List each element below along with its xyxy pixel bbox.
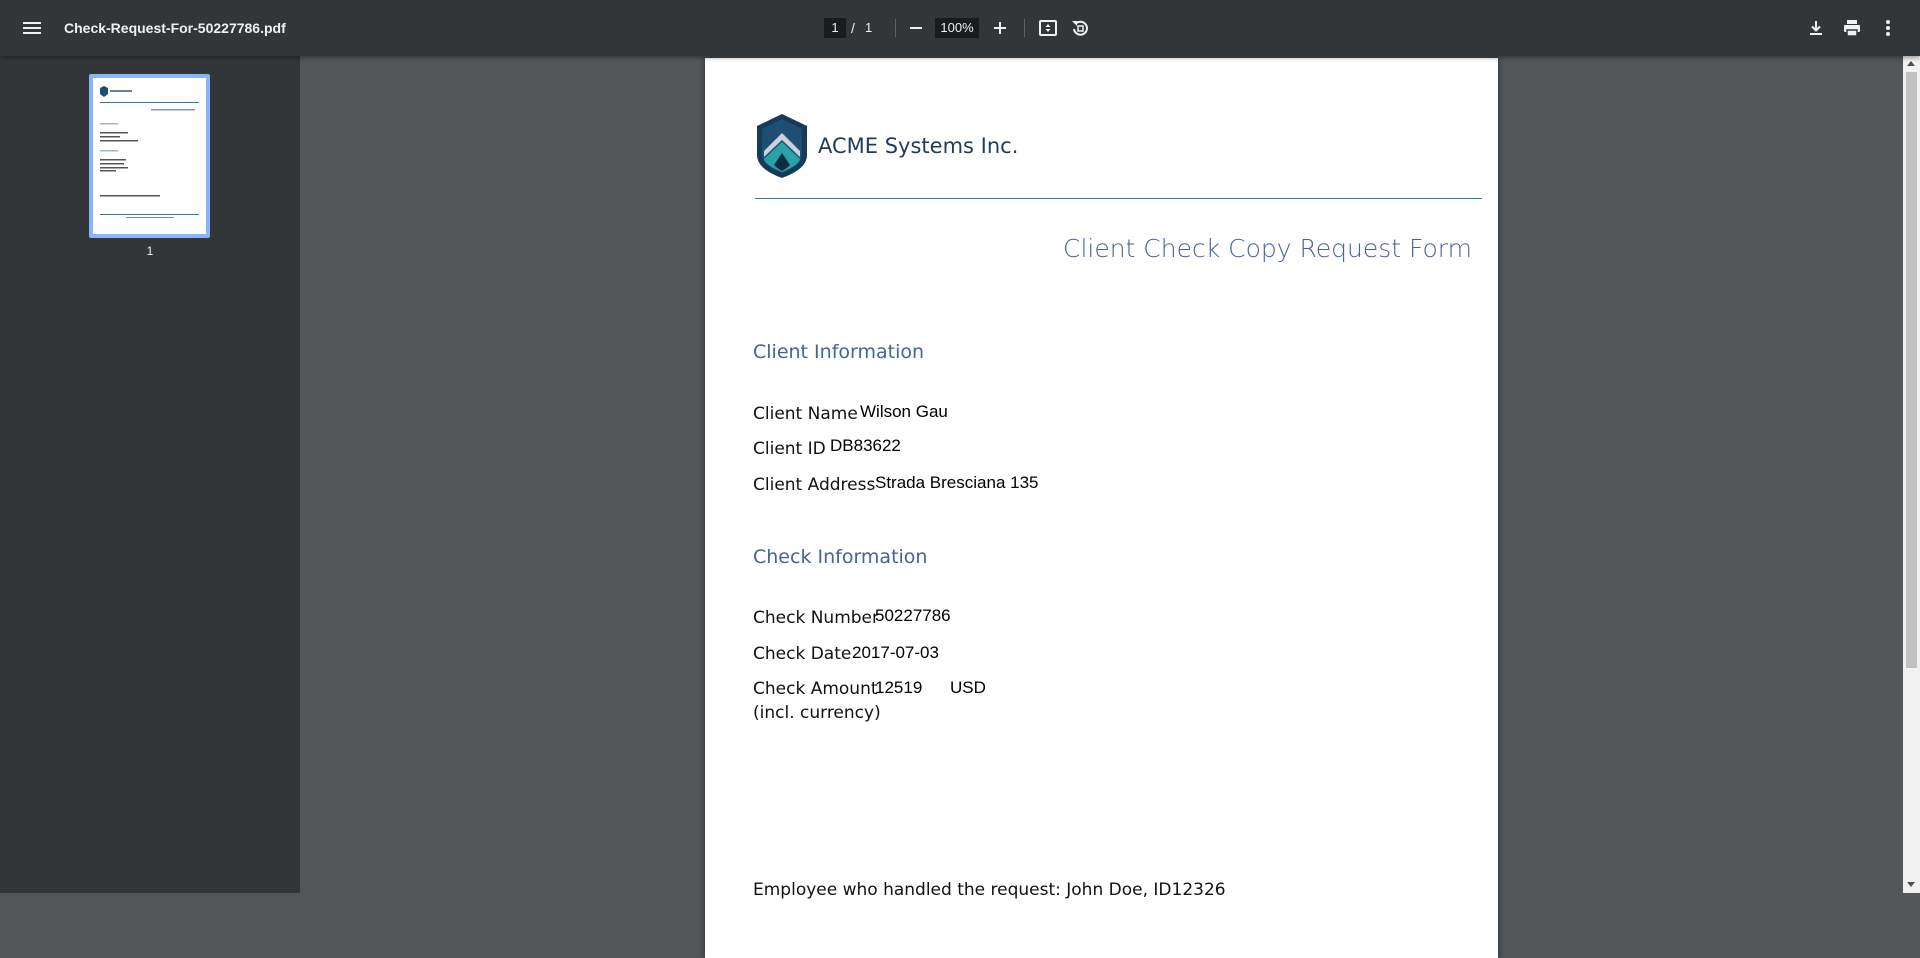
more-vert-icon[interactable] (1876, 16, 1900, 40)
check-number-value: 50227786 (875, 606, 951, 625)
client-id-label: Client ID (753, 439, 826, 459)
page-number-input[interactable]: 1 (824, 18, 846, 38)
client-id-value: DB83622 (830, 436, 901, 455)
client-section-title: Client Information (753, 341, 925, 363)
check-date-value: 2017-07-03 (852, 643, 939, 662)
thumbnail-page-label: 1 (146, 244, 154, 258)
form-title: Client Check Copy Request Form (1062, 234, 1472, 263)
company-name: ACME Systems Inc. (818, 134, 1019, 158)
header-divider (755, 198, 1482, 199)
page-separator: / (851, 20, 855, 36)
download-icon[interactable] (1804, 16, 1828, 40)
thumbnail-preview (93, 78, 206, 234)
pdf-page: ACME Systems Inc. Client Check Copy Requ… (705, 58, 1498, 958)
check-amount-label: Check Amount (753, 679, 878, 699)
menu-icon[interactable] (20, 16, 44, 40)
check-amount-sublabel: (incl. currency) (753, 703, 881, 723)
thumbnail-sidebar: 1 (0, 56, 300, 893)
client-name-label: Client Name (753, 404, 858, 424)
toolbar-divider (1024, 19, 1025, 37)
plus-icon[interactable] (988, 16, 1012, 40)
check-amount-value: 12519 (875, 678, 923, 697)
rotate-icon[interactable] (1068, 16, 1092, 40)
client-address-value: Strada Bresciana 135 (875, 473, 1039, 492)
total-pages: 1 (865, 20, 873, 35)
minus-icon[interactable] (904, 16, 928, 40)
scroll-up-arrow-icon[interactable] (1907, 61, 1915, 66)
fit-to-page-icon[interactable] (1036, 16, 1060, 40)
scrollbar-thumb[interactable] (1906, 72, 1917, 668)
employee-line: Employee who handled the request: John D… (753, 880, 1226, 900)
check-number-label: Check Number (753, 608, 879, 628)
client-name-value: Wilson Gau (860, 402, 948, 421)
zoom-level-input[interactable]: 100% (935, 18, 979, 38)
scroll-down-arrow-icon[interactable] (1907, 882, 1915, 887)
check-date-label: Check Date (753, 644, 852, 664)
print-icon[interactable] (1840, 16, 1864, 40)
check-currency-value: USD (950, 678, 986, 697)
file-title: Check-Request-For-50227786.pdf (64, 20, 286, 36)
toolbar-divider (895, 19, 896, 37)
pdf-toolbar: Check-Request-For-50227786.pdf 1 / 1 100… (0, 0, 1920, 56)
client-address-label: Client Address (753, 475, 876, 495)
check-section-title: Check Information (753, 546, 928, 568)
vertical-scrollbar[interactable] (1903, 56, 1920, 893)
page-thumbnail[interactable] (89, 74, 210, 238)
company-logo-icon (757, 114, 807, 178)
